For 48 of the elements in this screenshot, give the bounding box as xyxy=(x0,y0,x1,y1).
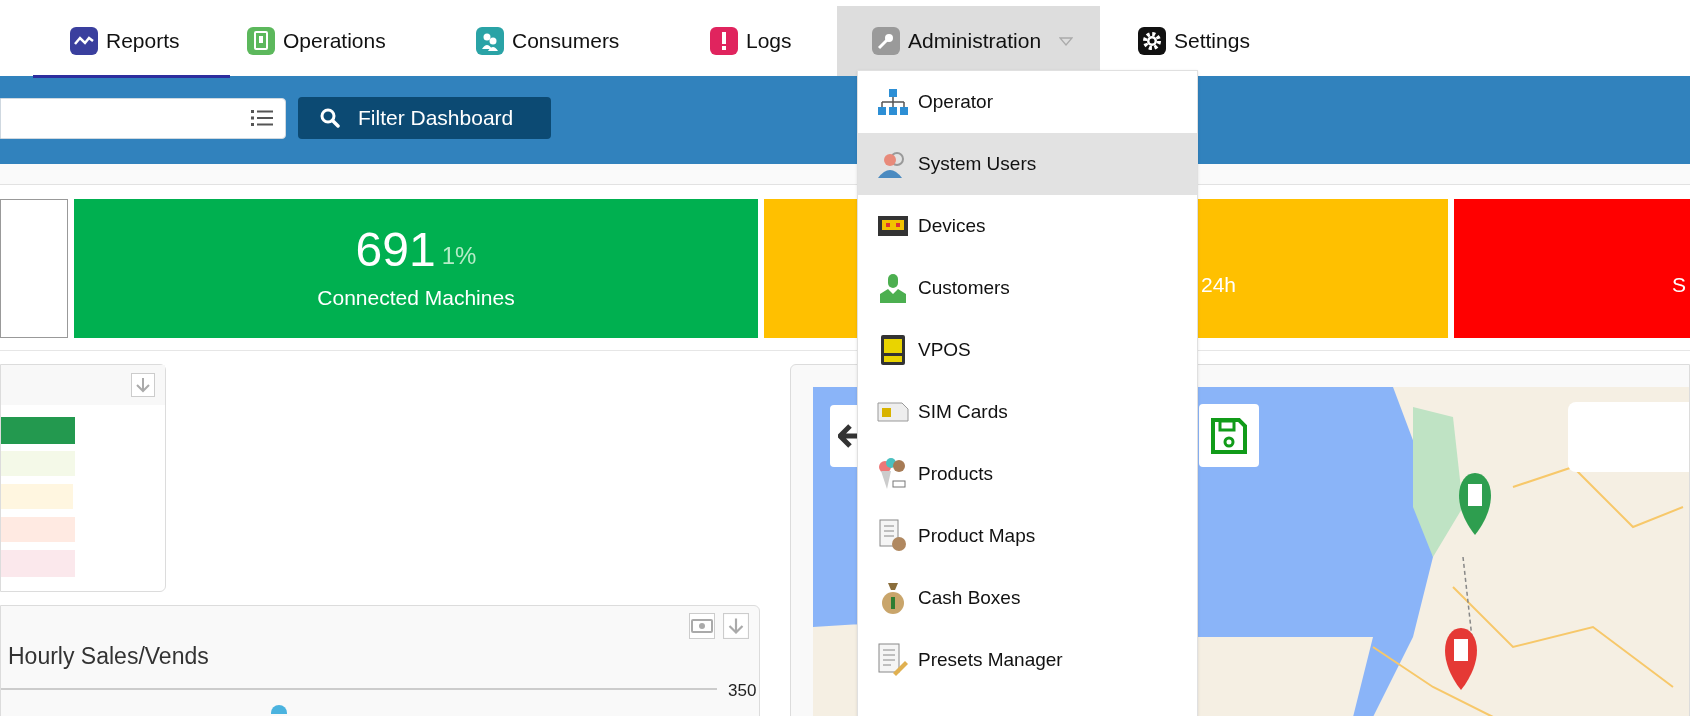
stat-value: 691 xyxy=(355,223,436,276)
users-icon xyxy=(476,27,504,55)
money-icon[interactable] xyxy=(689,613,715,639)
person-icon xyxy=(877,272,909,304)
arrow-icon xyxy=(838,424,860,448)
menu-item[interactable]: Presets Manager xyxy=(858,629,1197,691)
alert-icon xyxy=(710,27,738,55)
stat-label: Connected Machines xyxy=(317,284,515,311)
stat-label: S xyxy=(1672,272,1686,298)
save-button[interactable] xyxy=(1199,404,1259,467)
nav-tab[interactable]: Operations xyxy=(230,6,460,76)
download-icon[interactable] xyxy=(131,373,155,397)
menu-item[interactable]: Customers xyxy=(858,257,1197,319)
caret-icon xyxy=(1059,36,1074,46)
nav-tab[interactable]: Administration xyxy=(837,6,1100,76)
card-title: Hourly Sales/Vends xyxy=(8,642,209,671)
menu-item[interactable]: Operator xyxy=(858,71,1197,133)
data-point xyxy=(271,705,287,714)
menu-item[interactable]: SIM Cards xyxy=(858,381,1197,443)
hierarchy-icon xyxy=(877,88,909,116)
menu-item[interactable]: System Users xyxy=(858,133,1197,195)
menu-item[interactable]: VPOS xyxy=(858,319,1197,381)
menu-item[interactable]: Product Maps xyxy=(858,505,1197,567)
filter-dashboard-button[interactable]: Filter Dashboard xyxy=(298,97,551,139)
document-icon xyxy=(878,519,908,553)
money-bag-icon xyxy=(880,581,906,615)
key-icon xyxy=(872,27,900,55)
menu-item[interactable]: Devices xyxy=(858,195,1197,257)
chart-icon xyxy=(70,26,98,55)
list-icon xyxy=(251,110,273,126)
search-field[interactable] xyxy=(0,97,286,139)
sim-card-icon xyxy=(877,400,909,424)
download-icon[interactable] xyxy=(723,613,749,639)
save-icon xyxy=(1210,416,1248,455)
axis-label: 350 xyxy=(728,680,757,702)
stat-label: 24h xyxy=(1201,272,1237,298)
device-icon xyxy=(877,213,909,239)
search-icon xyxy=(320,108,340,128)
document-edit-icon xyxy=(877,643,909,677)
nav-tab[interactable]: Consumers xyxy=(460,6,693,76)
ice-cream-icon xyxy=(877,457,909,491)
menu-item[interactable]: Cash Boxes xyxy=(858,567,1197,629)
settings-icon xyxy=(1138,27,1166,55)
vending-icon xyxy=(247,27,275,55)
menu-item[interactable]: Products xyxy=(858,443,1197,505)
stat-percent: 1% xyxy=(441,240,477,271)
terminal-icon xyxy=(879,334,907,366)
nav-tab[interactable]: Logs xyxy=(693,6,837,76)
